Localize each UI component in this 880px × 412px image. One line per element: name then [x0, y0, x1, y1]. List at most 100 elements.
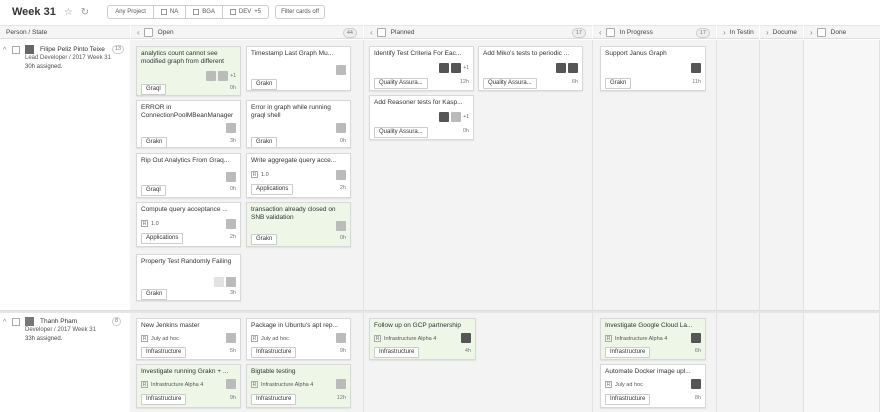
checkbox-icon[interactable] [12, 318, 20, 326]
task-card[interactable]: New Jenkins master R July ad hoc Infrastr… [136, 318, 241, 360]
filter-bga[interactable]: BGA [186, 6, 223, 18]
user-icon [439, 63, 450, 73]
column-header-planned[interactable]: ‹ Planned 17 [364, 25, 592, 39]
user-icon [691, 333, 701, 343]
user-icon [336, 333, 346, 343]
chevron-left-icon[interactable]: ‹ [599, 28, 602, 37]
task-card[interactable]: Timestamp Last Graph Mu... Grakn [246, 46, 351, 91]
checkbox-icon[interactable] [376, 27, 386, 37]
filter-any-project[interactable]: Any Project [108, 6, 154, 18]
checkbox-icon[interactable] [12, 46, 20, 54]
checkbox-icon [229, 9, 236, 15]
assignee-avatars [336, 379, 346, 389]
chevron-up-icon[interactable]: ^ [3, 47, 6, 54]
refresh-icon[interactable]: ↻ [81, 7, 89, 18]
task-card[interactable]: Identify Test Criteria For Eac... +1 Qua… [369, 46, 474, 91]
person-assigned: 33h assigned. [25, 336, 63, 342]
filter-group: Any Project NA BGA DEV +5 [107, 5, 270, 19]
hours-label: 2h [339, 185, 346, 191]
chevron-right-icon[interactable]: › [723, 28, 726, 37]
user-icon [218, 71, 229, 81]
hours-label: 0h [462, 128, 469, 134]
user-icon [439, 112, 450, 122]
user-icon [226, 172, 236, 182]
column-header-in-testing[interactable]: › In Testin [717, 25, 759, 39]
project-tag: Applications [141, 233, 184, 244]
task-card[interactable]: Write aggregate query acce... R 1.0 Appli… [246, 153, 351, 198]
task-card[interactable]: ERROR in ConnectionPoolMBeanManager Grak… [136, 100, 241, 148]
assignee-avatars [226, 379, 236, 389]
hours-label: 8h [694, 395, 701, 401]
user-icon [336, 379, 346, 389]
task-card[interactable]: analytics count cannot see modified grap… [136, 46, 241, 96]
task-card[interactable]: Add Miko's tests to periodic ... Quality… [478, 46, 583, 91]
task-card[interactable]: Package in Ubuntu's apt rep... R July ad … [246, 318, 351, 360]
person-row-2: ^ Thanh Pham 8 Developer / 2017 Week 31 … [0, 315, 130, 345]
task-card[interactable]: Follow up on GCP partnership R Infrastruc… [369, 318, 476, 360]
user-icon [336, 170, 346, 180]
checkbox-icon [193, 9, 200, 15]
person-role: Developer / 2017 Week 31 [25, 327, 96, 333]
user-icon [451, 63, 462, 73]
task-card[interactable]: Investigate running Grakn + ... R Infrast… [136, 364, 241, 408]
column-header-open[interactable]: ‹ Open 44 [131, 25, 363, 39]
chevron-right-icon[interactable]: › [810, 28, 813, 37]
release-icon: R [251, 335, 258, 342]
user-icon [226, 219, 236, 229]
task-card[interactable]: Error in graph while running graql shell… [246, 100, 351, 148]
checkbox-icon[interactable] [816, 27, 826, 37]
card-subtitle: R July ad hoc [605, 381, 643, 388]
user-icon [226, 333, 236, 343]
task-card[interactable]: Property Test Randomly Failing Grakn 3h [136, 254, 241, 301]
hours-label: 12h [336, 395, 346, 401]
task-card[interactable]: Compute query acceptance ... R 1.0 Applic… [136, 202, 241, 247]
assignee-avatars: +1 [439, 63, 469, 73]
filter-cards-off-button[interactable]: Filter cards off [275, 5, 325, 19]
task-card[interactable]: Rip Out Analytics From Graq... Graql 0h [136, 153, 241, 198]
assignee-avatars: +1 [439, 112, 469, 122]
project-tag: Grakn [251, 79, 278, 90]
project-tag: Infrastructure [605, 394, 651, 405]
card-subtitle: R July ad hoc [251, 335, 289, 342]
person-role: Lead Developer / 2017 Week 31 [25, 55, 111, 61]
task-card[interactable]: Support Janus Graph Grakn 11h [600, 46, 706, 91]
person-count-badge: 8 [112, 317, 122, 326]
assignee-avatars [691, 379, 701, 389]
release-icon: R [141, 335, 148, 342]
assignee-avatars [336, 65, 346, 75]
checkbox-icon[interactable] [605, 27, 615, 37]
project-tag: Graql [141, 185, 166, 196]
checkbox-icon[interactable] [143, 27, 153, 37]
star-icon[interactable]: ☆ [64, 7, 73, 18]
avatar [25, 317, 34, 326]
column-header-done[interactable]: › Done [804, 25, 880, 39]
chevron-up-icon[interactable]: ^ [3, 319, 6, 326]
user-icon [691, 63, 701, 73]
column-header-documentation[interactable]: › Docume [760, 25, 803, 39]
chevron-right-icon[interactable]: › [766, 28, 769, 37]
column-in-testing [717, 40, 760, 412]
column-header-in-progress[interactable]: ‹ In Progress 17 [593, 25, 716, 39]
column-header-person-state: Person / State [0, 25, 130, 39]
task-card[interactable]: Investigate Google Cloud La... R Infrastr… [600, 318, 706, 360]
task-card[interactable]: Bigtable testing R Infrastructure Alpha 4… [246, 364, 351, 408]
project-tag: Grakn [251, 234, 278, 245]
release-icon: R [605, 335, 612, 342]
person-name[interactable]: Filipe Peliz Pinto Teixe [40, 46, 112, 53]
person-assigned: 30h assigned. [25, 64, 63, 70]
user-icon [206, 71, 217, 81]
task-card[interactable]: Add Reasoner tests for Kasp... +1 Qualit… [369, 95, 474, 140]
filter-dev[interactable]: DEV +5 [223, 6, 268, 18]
chevron-left-icon[interactable]: ‹ [370, 28, 373, 37]
user-icon [691, 379, 701, 389]
column-done [804, 40, 880, 412]
chevron-left-icon[interactable]: ‹ [137, 28, 140, 37]
project-tag: Infrastructure [251, 347, 297, 358]
task-card[interactable]: transaction already closed on SNB valida… [246, 202, 351, 247]
release-icon: R [141, 381, 148, 388]
row-divider [0, 311, 880, 313]
task-card[interactable]: Automate Docker image upl... R July ad ho… [600, 364, 706, 408]
person-name[interactable]: Thanh Pham [40, 318, 112, 325]
release-icon: R [141, 220, 148, 227]
filter-na[interactable]: NA [154, 6, 187, 18]
